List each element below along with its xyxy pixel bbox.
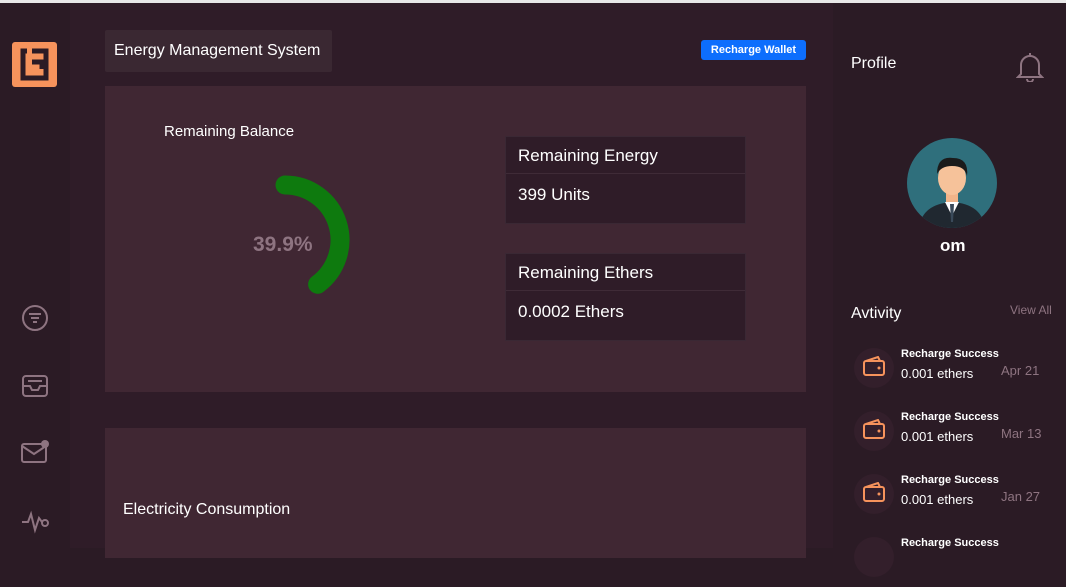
consumption-title: Electricity Consumption xyxy=(123,501,291,518)
inbox-icon[interactable] xyxy=(20,371,50,401)
profile-title: Profile xyxy=(851,55,897,72)
activity-item-amount: 0.001 ethers xyxy=(901,366,974,381)
wallet-icon xyxy=(854,411,894,451)
view-all-link[interactable]: View All xyxy=(1010,303,1052,317)
activity-icon[interactable] xyxy=(20,506,50,536)
remaining-energy-value: 399 Units xyxy=(518,185,590,204)
app-logo[interactable] xyxy=(12,42,57,87)
activity-item[interactable]: Recharge Success xyxy=(851,537,1061,587)
activity-title: Avtivity xyxy=(851,305,902,322)
balance-percent: 39.9% xyxy=(253,233,313,256)
right-panel xyxy=(833,3,1066,548)
remaining-ethers-value: 0.0002 Ethers xyxy=(518,302,624,321)
divider xyxy=(506,173,745,174)
activity-item-title: Recharge Success xyxy=(901,474,999,486)
activity-item-title: Recharge Success xyxy=(901,411,999,423)
remaining-ethers-title: Remaining Ethers xyxy=(518,263,654,282)
activity-item-amount: 0.001 ethers xyxy=(901,429,974,444)
wallet-icon xyxy=(854,348,894,388)
profile-username: om xyxy=(940,236,966,255)
activity-item-date: Apr 21 xyxy=(1001,363,1040,378)
activity-item[interactable]: Recharge Success 0.001 ethers Mar 13 xyxy=(851,411,1061,461)
activity-item-date: Mar 13 xyxy=(1001,426,1042,441)
notification-dot xyxy=(41,440,49,448)
activity-item[interactable]: Recharge Success 0.001 ethers Apr 21 xyxy=(851,348,1061,398)
activity-item-amount: 0.001 ethers xyxy=(901,492,974,507)
recharge-wallet-button[interactable]: Recharge Wallet xyxy=(701,40,806,60)
remaining-energy-card: Remaining Energy 399 Units xyxy=(505,136,746,224)
consumption-card: Electricity Consumption xyxy=(105,428,806,558)
wallet-icon xyxy=(854,537,894,577)
divider xyxy=(506,290,745,291)
logo-icon xyxy=(20,48,49,81)
activity-item-title: Recharge Success xyxy=(901,348,999,360)
avatar-illustration xyxy=(919,157,985,228)
wallet-icon xyxy=(854,474,894,514)
remaining-ethers-card: Remaining Ethers 0.0002 Ethers xyxy=(505,253,746,341)
activity-item-title: Recharge Success xyxy=(901,537,999,549)
filter-icon[interactable] xyxy=(20,303,50,333)
activity-item-date: Jan 27 xyxy=(1001,489,1041,504)
remaining-balance-label: Remaining Balance xyxy=(164,123,295,140)
activity-item[interactable]: Recharge Success 0.001 ethers Jan 27 xyxy=(851,474,1061,524)
mail-icon[interactable] xyxy=(20,438,50,468)
page-title: Energy Management System xyxy=(114,42,321,59)
remaining-energy-title: Remaining Energy xyxy=(518,146,658,165)
avatar[interactable] xyxy=(907,138,997,228)
page-title-box: Energy Management System xyxy=(105,30,332,72)
bell-icon[interactable] xyxy=(1016,52,1044,82)
